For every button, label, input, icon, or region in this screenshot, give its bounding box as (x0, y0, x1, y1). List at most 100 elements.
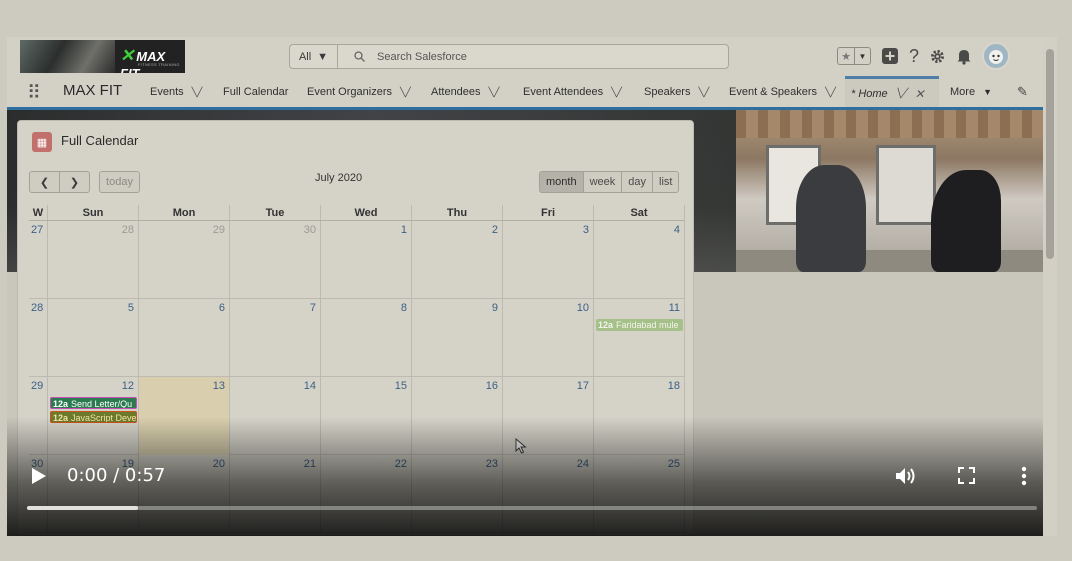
day-cell[interactable]: 8 (321, 299, 412, 377)
day-cell[interactable]: 30 (230, 221, 321, 299)
day-number-link[interactable]: 1 (401, 224, 407, 236)
day-number-link[interactable]: 10 (577, 302, 589, 314)
chevron-down-icon[interactable]: ╲╱ (400, 87, 411, 98)
nav-item-event-organizers[interactable]: Event Organizers ╲╱ (307, 76, 411, 108)
day-cell[interactable]: 3 (503, 221, 594, 299)
calendar-header-row: W Sun Mon Tue Wed Thu Fri Sat (29, 205, 685, 221)
calendar-event[interactable]: 12a Faridabad mule (596, 319, 683, 331)
chevron-down-icon[interactable]: ╲╱ (896, 88, 907, 99)
day-number-link[interactable]: 30 (304, 224, 316, 236)
day-number-link[interactable]: 8 (401, 302, 407, 314)
day-number-link[interactable]: 4 (674, 224, 680, 236)
star-icon: ★ (841, 50, 851, 63)
day-number-link[interactable]: 9 (492, 302, 498, 314)
more-options-icon[interactable] (1021, 466, 1027, 486)
play-icon[interactable] (31, 467, 47, 485)
nav-more-menu[interactable]: More ▼ (950, 76, 992, 108)
chevron-down-icon[interactable]: ╲╱ (698, 87, 709, 98)
logo-tagline: FITNESS TRAINING (138, 62, 180, 67)
day-cell[interactable]: 4 (594, 221, 685, 299)
chevron-down-icon[interactable]: ╲╱ (192, 87, 203, 98)
video-progress-bar[interactable] (27, 506, 1037, 510)
nav-more-label: More (950, 86, 976, 98)
scrollbar-thumb[interactable] (1046, 49, 1054, 259)
calendar-event[interactable]: 12a Send Letter/Qu (50, 397, 137, 409)
day-cell[interactable]: 11 12a Faridabad mule (594, 299, 685, 377)
global-header: ✕MAX FIT FITNESS TRAINING All ▼ Search S… (7, 37, 1057, 111)
search-input[interactable]: Search Salesforce (337, 44, 729, 69)
prev-month-button[interactable]: ❮ (29, 171, 60, 193)
day-number-link[interactable]: 12 (122, 380, 134, 392)
day-number-link[interactable]: 7 (310, 302, 316, 314)
day-cell[interactable]: 2 (412, 221, 503, 299)
day-header: Mon (139, 205, 230, 220)
nav-item-full-calendar[interactable]: Full Calendar (223, 76, 288, 108)
day-header: Thu (412, 205, 503, 220)
day-number-link[interactable]: 16 (486, 380, 498, 392)
header-utility-icons: ★ ▼ ? (837, 42, 1011, 70)
user-avatar[interactable] (982, 42, 1011, 70)
day-number-link[interactable]: 15 (395, 380, 407, 392)
nav-item-attendees[interactable]: Attendees ╲╱ (431, 76, 499, 108)
help-icon[interactable]: ? (909, 46, 919, 67)
day-cell[interactable]: 10 (503, 299, 594, 377)
page-scrollbar[interactable] (1043, 37, 1057, 536)
favorites-button[interactable]: ★ ▼ (837, 47, 871, 65)
week-number-header: W (29, 205, 48, 220)
nav-item-label: Speakers (644, 86, 691, 98)
add-icon[interactable] (881, 47, 899, 65)
bell-icon[interactable] (956, 48, 972, 65)
close-icon[interactable]: ✕ (915, 87, 925, 101)
edit-nav-pencil-icon[interactable]: ✎ (1017, 76, 1028, 108)
tab-home[interactable]: * Home ╲╱ ✕ (845, 76, 939, 108)
today-button[interactable]: today (99, 171, 140, 193)
app-launcher-icon[interactable]: ⠿ (27, 82, 41, 105)
day-number-link[interactable]: 3 (583, 224, 589, 236)
week-number: 29 (31, 380, 44, 392)
view-week-button[interactable]: week (583, 171, 623, 193)
day-number-link[interactable]: 11 (669, 302, 680, 314)
search-scope-select[interactable]: All ▼ (289, 44, 338, 69)
max-fit-logo[interactable]: ✕MAX FIT FITNESS TRAINING (20, 40, 185, 73)
fullscreen-icon[interactable] (958, 467, 975, 484)
nav-item-event-speakers[interactable]: Event & Speakers ╲╱ (729, 76, 836, 108)
app-frame: ✕MAX FIT FITNESS TRAINING All ▼ Search S… (7, 37, 1057, 536)
app-name: MAX FIT (63, 82, 123, 99)
day-number-link[interactable]: 2 (492, 224, 498, 236)
day-number-link[interactable]: 6 (219, 302, 225, 314)
nav-item-events[interactable]: Events ╲╱ (150, 76, 202, 108)
view-day-button[interactable]: day (622, 171, 654, 193)
day-cell[interactable]: 7 (230, 299, 321, 377)
day-cell[interactable]: 6 (139, 299, 230, 377)
day-number-link[interactable]: 18 (668, 380, 680, 392)
video-time-display: 0:00 / 0:57 (67, 465, 166, 486)
chevron-down-icon[interactable]: ╲╱ (489, 87, 500, 98)
card-title: Full Calendar (61, 133, 139, 148)
day-cell[interactable]: 28 (48, 221, 139, 299)
photo-ceiling (736, 110, 1043, 138)
day-cell[interactable]: 29 (139, 221, 230, 299)
day-number-link[interactable]: 14 (304, 380, 316, 392)
gear-icon[interactable] (929, 48, 946, 65)
day-number-link[interactable]: 17 (577, 380, 589, 392)
photo-person-woman (931, 170, 1001, 272)
view-month-button[interactable]: month (539, 171, 584, 193)
chevron-down-icon[interactable]: ╲╱ (611, 87, 622, 98)
day-header: Wed (321, 205, 412, 220)
week-number-cell: 28 (29, 299, 48, 376)
day-number-link[interactable]: 29 (213, 224, 225, 236)
day-cell[interactable]: 1 (321, 221, 412, 299)
day-cell[interactable]: 9 (412, 299, 503, 377)
day-number-link[interactable]: 28 (122, 224, 134, 236)
chevron-down-icon[interactable]: ╲╱ (825, 87, 836, 98)
day-number-link[interactable]: 13 (213, 380, 225, 392)
nav-item-event-attendees[interactable]: Event Attendees ╲╱ (523, 76, 622, 108)
day-number-link[interactable]: 5 (128, 302, 134, 314)
search-scope-label: All (298, 50, 312, 63)
tab-home-label: * Home (851, 87, 888, 100)
volume-icon[interactable] (895, 466, 917, 486)
day-cell[interactable]: 5 (48, 299, 139, 377)
nav-item-speakers[interactable]: Speakers ╲╱ (644, 76, 709, 108)
next-month-button[interactable]: ❯ (59, 171, 90, 193)
view-list-button[interactable]: list (653, 171, 680, 193)
